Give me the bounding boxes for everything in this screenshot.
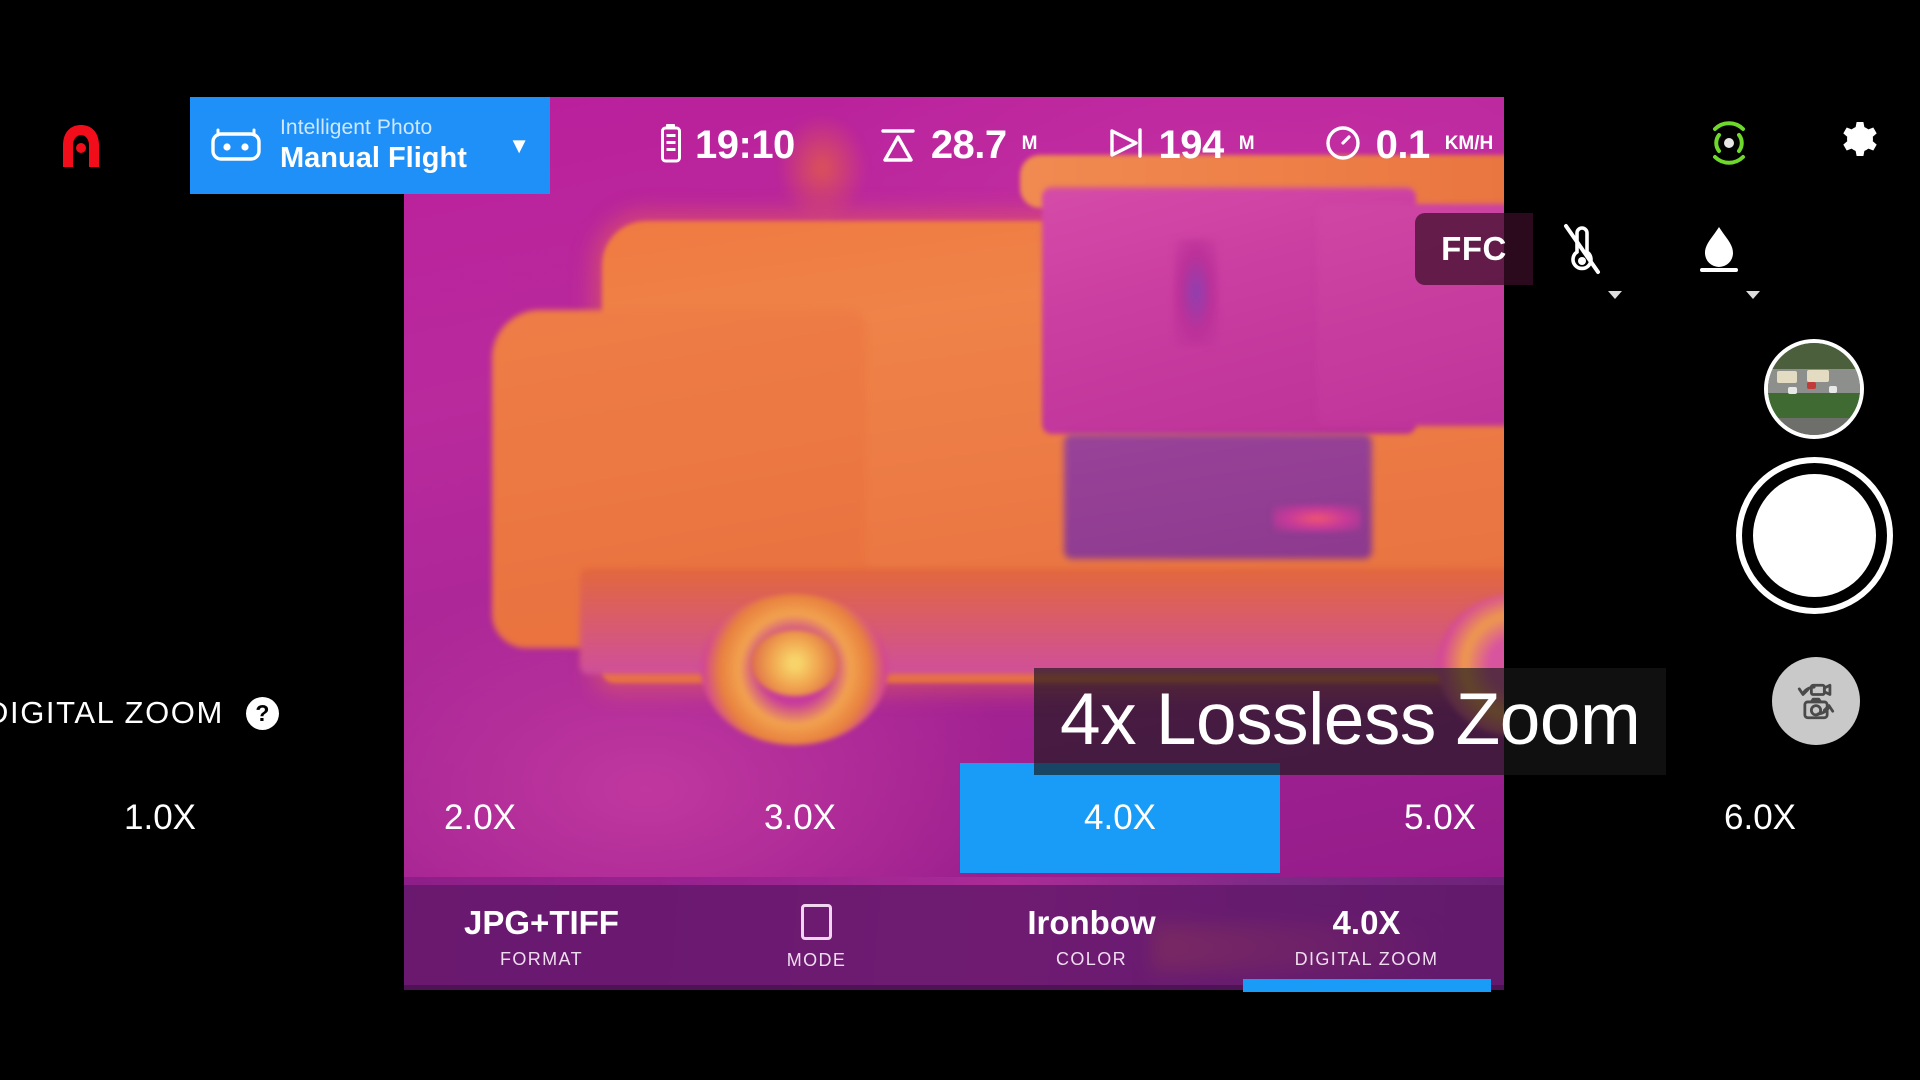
photo-video-toggle-icon[interactable] xyxy=(1772,657,1860,745)
thermal-tool-group xyxy=(1560,222,1760,299)
arc-logo-icon xyxy=(56,121,106,171)
speed-readout: 0.1 KM/H xyxy=(1323,123,1494,168)
bottombar-left-backdrop xyxy=(0,885,404,990)
battery-time-value: 19:10 xyxy=(695,123,795,167)
top-status-bar: Intelligent Photo Manual Flight ▼ 19:10 xyxy=(0,97,1920,194)
chevron-down-icon[interactable] xyxy=(1608,291,1622,299)
flight-mode-selector[interactable]: Intelligent Photo Manual Flight ▼ xyxy=(190,97,550,194)
digital-zoom-label: DIGITAL ZOOM xyxy=(0,695,224,730)
shutter-button[interactable] xyxy=(1736,457,1893,614)
speed-icon xyxy=(1323,123,1363,168)
digital-zoom-options: 1.0X 2.0X 3.0X 4.0X 5.0X 6.0X xyxy=(0,763,1920,873)
altitude-icon xyxy=(878,123,918,168)
thermometer-off-icon[interactable] xyxy=(1560,222,1622,299)
distance-unit: M xyxy=(1238,133,1255,154)
thumbnail-vehicle xyxy=(1806,381,1816,389)
thermal-cool-panel xyxy=(1064,434,1372,559)
format-caption: FORMAT xyxy=(499,948,584,969)
camera-settings-group: JPG+TIFF FORMAT MODE Ironbow COLOR 4.0X … xyxy=(404,885,1504,992)
help-icon[interactable]: ? xyxy=(245,696,279,730)
chevron-down-icon[interactable] xyxy=(1746,291,1760,299)
setting-color[interactable]: Ironbow COLOR xyxy=(954,885,1229,990)
altitude-unit: M xyxy=(1021,133,1038,154)
flame-palette-icon[interactable] xyxy=(1696,222,1760,299)
thumbnail-top-band xyxy=(1768,343,1860,369)
thermal-hotspot-b xyxy=(1273,505,1361,533)
zoom-option-1x[interactable]: 1.0X xyxy=(0,763,320,873)
active-setting-indicator xyxy=(1242,979,1491,992)
top-right-icon-group xyxy=(1706,97,1884,194)
setting-digital-zoom[interactable]: 4.0X DIGITAL ZOOM xyxy=(1229,885,1504,992)
thumbnail-vehicle xyxy=(1828,386,1837,393)
shutter-inner xyxy=(1753,474,1876,597)
distance-value: 194 xyxy=(1158,123,1225,167)
color-value: Ironbow xyxy=(1027,903,1156,941)
digital-zoom-caption: DIGITAL ZOOM xyxy=(1294,948,1439,969)
chevron-down-icon[interactable]: ▼ xyxy=(508,133,530,159)
thumbnail-image xyxy=(1768,343,1860,435)
flight-mode-label: Manual Flight xyxy=(280,142,467,175)
color-caption: COLOR xyxy=(1055,948,1127,969)
zoom-option-6x[interactable]: 6.0X xyxy=(1600,763,1920,873)
flight-mode-sublabel: Intelligent Photo xyxy=(280,116,433,140)
bottombar-right-backdrop xyxy=(1504,885,1920,990)
speed-value: 0.1 xyxy=(1375,123,1431,167)
gear-icon[interactable] xyxy=(1836,119,1884,172)
speed-unit: KM/H xyxy=(1444,133,1494,154)
distance-icon xyxy=(1106,123,1146,168)
digital-zoom-label-group: DIGITAL ZOOM ? xyxy=(0,695,279,731)
thumbnail-vehicle xyxy=(1806,369,1829,382)
thumbnail-vehicle xyxy=(1777,370,1798,383)
altitude-value: 28.7 xyxy=(930,123,1007,167)
caption-overlay: 4x Lossless Zoom xyxy=(1034,668,1667,775)
thumbnail-grass xyxy=(1768,392,1860,419)
drone-camera-app: Intelligent Photo Manual Flight ▼ 19:10 xyxy=(0,0,1920,1080)
zoom-option-4x[interactable]: 4.0X xyxy=(960,763,1280,873)
altitude-readout: 28.7 M xyxy=(878,123,1038,168)
ffc-button[interactable]: FFC xyxy=(1415,213,1533,285)
setting-mode[interactable]: MODE xyxy=(679,885,954,990)
setting-format[interactable]: JPG+TIFF FORMAT xyxy=(404,885,679,990)
battery-time-readout: 19:10 xyxy=(660,123,810,168)
playback-thumbnail[interactable] xyxy=(1764,339,1864,439)
format-value: JPG+TIFF xyxy=(464,903,619,941)
telemetry-group: 19:10 28.7 M 194 M 0.1 KM/H xyxy=(660,97,1493,194)
distance-readout: 194 M xyxy=(1106,123,1255,168)
bottom-camera-bar: JPG+TIFF FORMAT MODE Ironbow COLOR 4.0X … xyxy=(0,885,1920,992)
remote-controller-icon xyxy=(210,123,262,168)
single-shot-square-icon xyxy=(801,904,832,940)
thermal-hotspot-a xyxy=(1174,239,1218,346)
zoom-option-2x[interactable]: 2.0X xyxy=(320,763,640,873)
thumbnail-vehicle xyxy=(1788,387,1797,394)
battery-icon xyxy=(660,123,682,168)
thumbnail-ground xyxy=(1768,418,1860,435)
zoom-option-3x[interactable]: 3.0X xyxy=(640,763,960,873)
zoom-option-5x[interactable]: 5.0X xyxy=(1280,763,1600,873)
digital-zoom-value: 4.0X xyxy=(1332,903,1401,941)
rtk-signal-icon[interactable] xyxy=(1706,120,1752,171)
thermal-wheel-hub xyxy=(750,629,839,697)
mode-caption: MODE xyxy=(786,950,847,970)
